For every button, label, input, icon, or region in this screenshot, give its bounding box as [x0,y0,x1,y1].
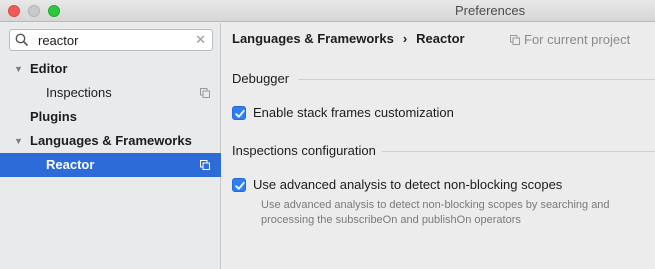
search-icon [15,33,29,47]
search-input[interactable] [38,31,188,49]
sidebar-item-label: Inspections [46,85,112,100]
sidebar-item-label: Reactor [46,157,95,172]
maximize-window-button[interactable] [48,5,60,17]
sidebar-item-editor[interactable]: ▼ Editor [0,57,221,81]
sidebar-item-label: Languages & Frameworks [30,133,192,148]
settings-sidebar: ✕ ▼ Editor Inspections Plugins ▼ Languag… [0,23,221,269]
breadcrumb: Languages & Frameworks › Reactor [232,31,465,46]
project-scope-icon [200,88,210,98]
advanced-analysis-checkbox[interactable] [232,178,246,192]
breadcrumb-current: Reactor [416,31,465,46]
clear-search-icon[interactable]: ✕ [195,32,206,48]
sidebar-item-reactor[interactable]: Reactor [0,153,221,177]
sidebar-item-label: Plugins [30,109,77,124]
description-line: processing the subscribeOn and publishOn… [261,214,521,226]
breadcrumb-parent: Languages & Frameworks [232,31,394,46]
expand-arrow-icon[interactable]: ▼ [14,57,23,81]
title-bar: Preferences [0,0,655,22]
debugger-section-title: Debugger [232,71,290,86]
advanced-analysis-checkbox-row[interactable]: Use advanced analysis to detect non-bloc… [232,177,632,195]
checkmark-icon [235,181,245,190]
enable-stack-frames-checkbox[interactable] [232,106,246,120]
settings-main-panel: Languages & Frameworks › Reactor For curre… [222,23,655,269]
checkmark-icon [235,109,245,118]
minimize-window-button[interactable] [28,5,40,17]
project-scope-text: For current project [524,32,631,47]
project-scope-label: For current project [510,32,630,47]
window-title: Preferences [455,3,526,18]
advanced-analysis-label: Use advanced analysis to detect non-bloc… [253,177,563,192]
sidebar-item-label: Editor [30,61,68,76]
sidebar-item-languages-frameworks[interactable]: ▼ Languages & Frameworks [0,129,221,153]
section-divider [298,79,655,80]
enable-stack-frames-label: Enable stack frames customization [253,105,454,120]
inspections-config-section-title: Inspections configuration [232,143,376,158]
sidebar-item-inspections[interactable]: Inspections [0,81,221,105]
description-line: Use advanced analysis to detect non-bloc… [261,199,610,211]
advanced-analysis-description: Use advanced analysis to detect non-bloc… [261,198,641,228]
close-window-button[interactable] [8,5,20,17]
expand-arrow-icon[interactable]: ▼ [14,129,23,153]
search-field[interactable]: ✕ [9,29,213,51]
project-scope-icon [200,160,210,170]
project-scope-icon [510,35,520,45]
section-divider [382,151,655,152]
breadcrumb-separator: › [402,31,408,46]
enable-stack-frames-checkbox-row[interactable]: Enable stack frames customization [232,105,532,123]
sidebar-item-plugins[interactable]: Plugins [0,105,221,129]
